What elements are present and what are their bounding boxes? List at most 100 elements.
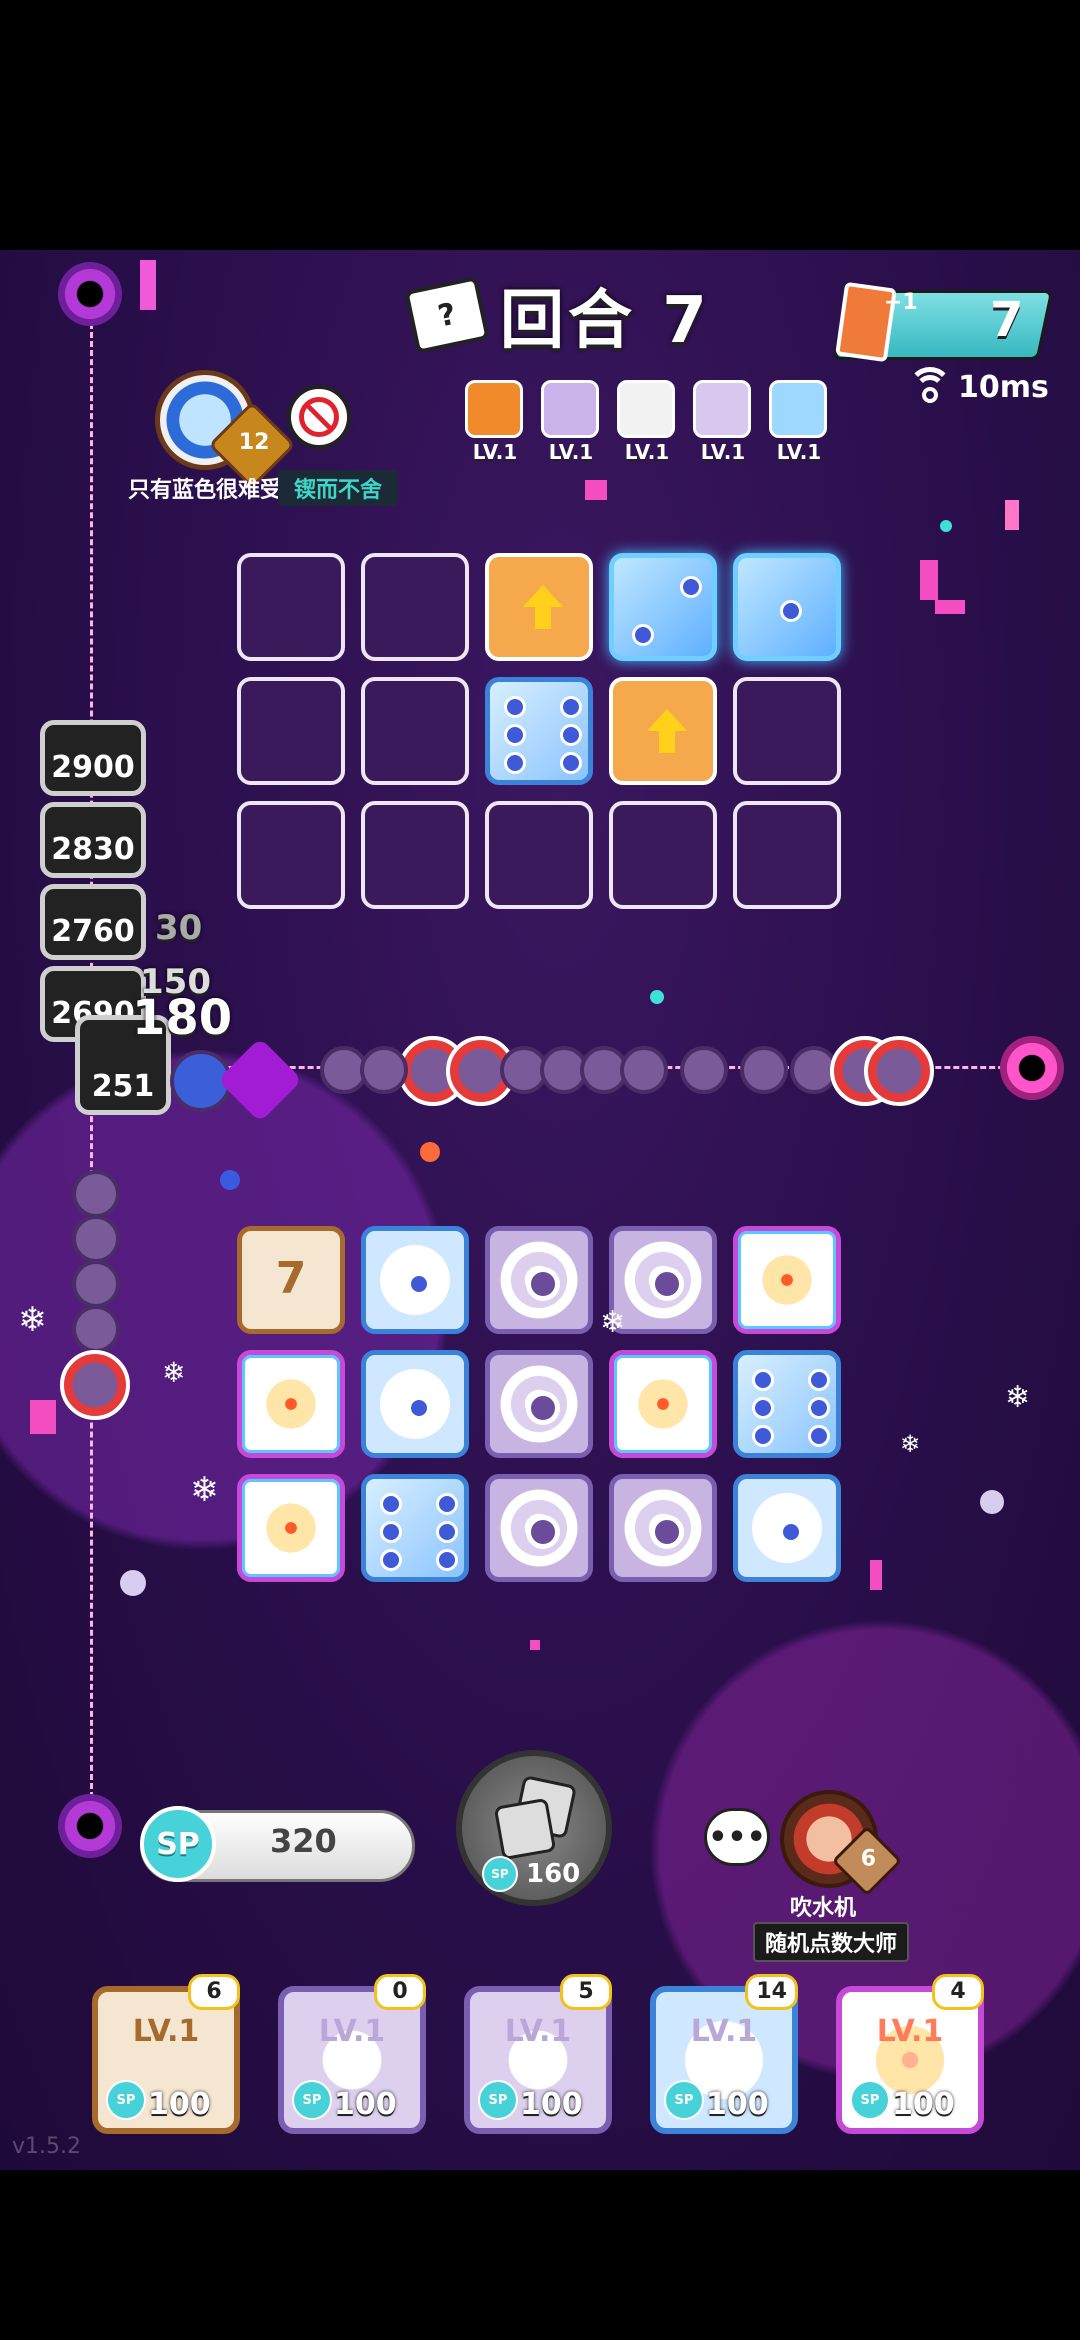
rulebook-icon[interactable]: ? <box>404 276 490 354</box>
bottom-letterbox <box>0 2170 1080 2340</box>
particle <box>220 1170 240 1190</box>
player-name-bottom: 吹水机 <box>790 1896 857 1921</box>
deck-die-vortex: LV.1 <box>541 380 601 464</box>
upgrade-card-vortex[interactable]: 0 LV.1 SP 100 <box>278 1974 426 2134</box>
enemy-unit <box>72 1170 120 1218</box>
snowflake-icon: ❄ <box>600 1305 626 1340</box>
mute-icon[interactable] <box>287 385 351 449</box>
top-letterbox <box>0 0 1080 250</box>
vortex-die[interactable] <box>609 1226 717 1334</box>
player-board: 7 <box>237 1226 841 1582</box>
upgrade-card-vortex[interactable]: 5 LV.1 SP 100 <box>464 1974 612 2134</box>
upgrade-slot <box>609 677 717 785</box>
spawn-dice-button[interactable]: SP 160 <box>456 1750 612 1906</box>
moon-die <box>733 553 841 661</box>
enemy-unit <box>620 1046 668 1094</box>
card-count: 0 <box>374 1974 426 2010</box>
wifi-icon <box>908 366 952 403</box>
vortex-die[interactable] <box>485 1350 593 1458</box>
board-slot <box>609 801 717 909</box>
pixel-decoration <box>920 560 938 600</box>
upgrade-card-sun[interactable]: 4 LV.1 SP 100 <box>836 1974 984 2134</box>
card-count: 4 <box>932 1974 984 2010</box>
upgrade-slot <box>485 553 593 661</box>
board-slot <box>237 553 345 661</box>
deck-die-moon: LV.1 <box>769 380 829 464</box>
deck-die-crack: LV.1 <box>693 380 753 464</box>
deck-die-level: LV.1 <box>548 440 594 464</box>
fire-die-icon <box>465 380 523 438</box>
pixel-decoration <box>935 600 965 614</box>
particle <box>420 1142 440 1162</box>
spawn-cost: SP 160 <box>482 1856 580 1892</box>
ice-die[interactable] <box>733 1474 841 1582</box>
enemy-hp: 2830 <box>40 802 146 878</box>
sp-icon: SP <box>482 1856 518 1892</box>
round-indicator: ? 回合 7 <box>404 275 711 358</box>
opponent-profile[interactable]: 12 <box>155 370 351 489</box>
sp-icon: SP <box>478 2080 518 2120</box>
rank-value: 12 <box>238 429 270 455</box>
boss-enemy <box>864 1036 934 1106</box>
board-slot <box>361 553 469 661</box>
portal-icon <box>58 1794 122 1858</box>
enemy-unit <box>680 1046 728 1094</box>
vortex-die[interactable] <box>485 1474 593 1582</box>
card-level: LV.1 <box>132 2014 200 2049</box>
damage-number: 180 <box>132 990 233 1046</box>
sp-icon: SP <box>106 2080 146 2120</box>
ice-die[interactable] <box>733 1350 841 1458</box>
board-slot <box>733 677 841 785</box>
ice-die[interactable] <box>361 1226 469 1334</box>
sun-die[interactable] <box>237 1350 345 1458</box>
coin-value: 7 <box>990 292 1024 348</box>
sp-icon: SP <box>140 1806 216 1882</box>
portal-icon <box>1000 1036 1064 1100</box>
coin-bonus: +1 <box>884 290 918 315</box>
snowflake-icon: ❄ <box>1005 1380 1031 1415</box>
particle <box>940 520 952 532</box>
player-name: 只有蓝色很难受 <box>128 478 283 503</box>
chat-button[interactable]: ••• <box>704 1808 770 1866</box>
infinity-die-icon <box>617 380 675 438</box>
opponent-deck: LV.1 LV.1 LV.1 LV.1 LV.1 <box>465 380 829 464</box>
deck-die-infinity: LV.1 <box>617 380 677 464</box>
moon-die <box>609 553 717 661</box>
board-slot <box>361 677 469 785</box>
snowflake-icon: ❄ <box>162 1356 186 1389</box>
sp-icon: SP <box>292 2080 332 2120</box>
upgrade-card-ice[interactable]: 14 LV.1 SP 100 <box>650 1974 798 2134</box>
card-level: LV.1 <box>318 2014 386 2049</box>
card-count: 5 <box>560 1974 612 2010</box>
sun-die[interactable] <box>733 1226 841 1334</box>
sun-die[interactable] <box>237 1474 345 1582</box>
particle <box>120 1570 146 1596</box>
portal-icon <box>58 262 122 326</box>
ice-die[interactable] <box>361 1350 469 1458</box>
card-level: LV.1 <box>504 2014 572 2049</box>
vortex-die[interactable] <box>485 1226 593 1334</box>
damage-number: 30 <box>155 908 203 948</box>
card-cost: 100 <box>334 2087 397 2122</box>
pixel-decoration <box>530 1640 540 1650</box>
spawn-cost-value: 160 <box>526 1859 581 1889</box>
ice-die[interactable] <box>361 1474 469 1582</box>
particle <box>650 990 664 1004</box>
deck-die-level: LV.1 <box>624 440 670 464</box>
board-slot <box>237 801 345 909</box>
random-die[interactable]: 7 <box>237 1226 345 1334</box>
sp-icon: SP <box>850 2080 890 2120</box>
sun-die[interactable] <box>609 1350 717 1458</box>
upgrade-card-random[interactable]: 6 LV.1 SP 100 <box>92 1974 240 2134</box>
snowflake-icon: ❄ <box>18 1300 47 1340</box>
deck-die-fire: LV.1 <box>465 380 525 464</box>
board-slot <box>485 801 593 909</box>
enemy-hp-stack: 2900 2830 2760 2690 251 <box>40 720 171 1115</box>
boss-enemy <box>60 1350 130 1420</box>
sp-icon: SP <box>664 2080 704 2120</box>
snowflake-icon: ❄ <box>900 1430 921 1458</box>
deck-die-level: LV.1 <box>472 440 518 464</box>
upgrade-deck: 6 LV.1 SP 100 0 LV.1 SP 100 5 LV.1 SP 10… <box>92 1974 984 2134</box>
vortex-die[interactable] <box>609 1474 717 1582</box>
ice-die <box>485 677 593 785</box>
